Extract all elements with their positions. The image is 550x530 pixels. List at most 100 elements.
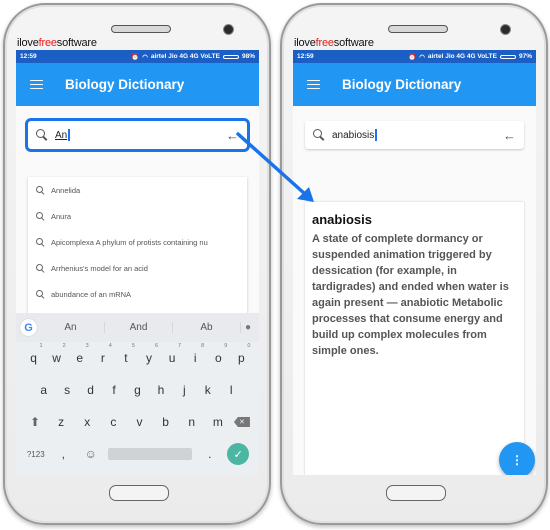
status-time: 12:59 bbox=[297, 53, 314, 60]
word-suggestion[interactable]: And bbox=[105, 322, 173, 333]
key-z[interactable]: z bbox=[51, 415, 71, 429]
search-icon bbox=[36, 185, 45, 195]
alarm-icon: ⏰ bbox=[131, 53, 140, 61]
search-value: An bbox=[55, 129, 68, 141]
home-button[interactable] bbox=[109, 485, 169, 501]
watermark: ilovefreesoftware bbox=[294, 37, 374, 49]
search-value: anabiosis bbox=[332, 129, 375, 141]
keyboard-row-1: 1q2w3e4r5t6y7u8i9o0p bbox=[16, 342, 259, 374]
status-bar: 12:59 ⏰ ◠ airtel Jio 4G 4G VoLTE 97% bbox=[293, 50, 536, 63]
watermark: ilovefreesoftware bbox=[17, 37, 97, 49]
home-button[interactable] bbox=[386, 485, 446, 501]
key-c[interactable]: c bbox=[103, 415, 123, 429]
wifi-icon: ◠ bbox=[419, 53, 425, 61]
definition-text: A state of complete dormancy or suspende… bbox=[312, 233, 509, 357]
key-a[interactable]: a bbox=[34, 383, 54, 397]
suggestion-list: Annelida Anura Apicomplexa A phylum of p… bbox=[28, 177, 247, 333]
text-caret bbox=[375, 129, 377, 141]
suggestion-item[interactable]: Apicomplexa A phylum of protists contain… bbox=[28, 229, 247, 255]
key-u[interactable]: 7u bbox=[162, 343, 182, 365]
key-w[interactable]: 2w bbox=[47, 343, 67, 365]
back-arrow-icon[interactable]: ← bbox=[226, 129, 239, 142]
key-n[interactable]: n bbox=[182, 415, 202, 429]
back-arrow-icon[interactable]: ← bbox=[503, 129, 516, 142]
app-title: Biology Dictionary bbox=[342, 77, 462, 92]
key-d[interactable]: d bbox=[81, 383, 101, 397]
key-v[interactable]: v bbox=[129, 415, 149, 429]
alarm-icon: ⏰ bbox=[408, 53, 417, 61]
status-bar: 12:59 ⏰ ◠ airtel Jio 4G 4G VoLTE 98% bbox=[16, 50, 259, 63]
key-m[interactable]: m bbox=[208, 415, 228, 429]
backspace-key[interactable]: ✕ bbox=[233, 417, 250, 427]
word-suggestion[interactable]: Ab bbox=[173, 322, 241, 333]
definition-card: anabiosis A state of complete dormancy o… bbox=[305, 202, 524, 475]
google-logo-icon[interactable]: G bbox=[20, 319, 37, 336]
app-bar: Biology Dictionary bbox=[16, 63, 259, 106]
key-f[interactable]: f bbox=[104, 383, 124, 397]
hamburger-menu-icon[interactable] bbox=[307, 79, 320, 90]
suggestion-item[interactable]: abundance of an mRNA bbox=[28, 281, 247, 307]
search-input[interactable]: anabiosis ← bbox=[305, 121, 524, 149]
key-h[interactable]: h bbox=[151, 383, 171, 397]
key-x[interactable]: x bbox=[77, 415, 97, 429]
key-t[interactable]: 5t bbox=[116, 343, 136, 365]
key-j[interactable]: j bbox=[174, 383, 194, 397]
app-bar: Biology Dictionary bbox=[293, 63, 536, 106]
search-input[interactable]: An ← bbox=[25, 118, 250, 152]
search-icon bbox=[36, 263, 45, 273]
microphone-icon[interactable]: ● bbox=[241, 322, 255, 333]
key-o[interactable]: 9o bbox=[208, 343, 228, 365]
key-q[interactable]: 1q bbox=[24, 343, 44, 365]
suggestion-item[interactable]: Arrhenius's model for an acid bbox=[28, 255, 247, 281]
key-l[interactable]: l bbox=[221, 383, 241, 397]
definition-word: anabiosis bbox=[312, 212, 372, 227]
battery-icon bbox=[222, 54, 239, 59]
status-time: 12:59 bbox=[20, 53, 37, 60]
more-options-fab[interactable]: ⋮ bbox=[499, 442, 535, 475]
shift-key[interactable]: ⬆ bbox=[25, 415, 45, 429]
front-camera bbox=[500, 24, 511, 35]
carrier-info: airtel Jio 4G 4G VoLTE bbox=[427, 53, 497, 60]
wifi-icon: ◠ bbox=[142, 53, 148, 61]
key-k[interactable]: k bbox=[198, 383, 218, 397]
suggestion-item[interactable]: Anura bbox=[28, 203, 247, 229]
speaker-grille bbox=[388, 25, 448, 33]
emoji-key[interactable]: ☺ bbox=[81, 447, 101, 461]
on-screen-keyboard: G An And Ab ● 1q2w3e4r5t6y7u8i9o0p asdfg… bbox=[16, 313, 259, 475]
app-title: Biology Dictionary bbox=[65, 77, 185, 92]
key-s[interactable]: s bbox=[57, 383, 77, 397]
period-key[interactable]: . bbox=[200, 447, 220, 461]
left-phone-frame: ilovefreesoftware 12:59 ⏰ ◠ airtel Jio 4… bbox=[3, 3, 271, 525]
keyboard-row-2: asdfghjkl bbox=[16, 374, 259, 406]
battery-level: 97% bbox=[518, 53, 532, 60]
speaker-grille bbox=[111, 25, 171, 33]
word-suggestion[interactable]: An bbox=[37, 322, 105, 333]
battery-icon bbox=[499, 54, 516, 59]
symbols-key[interactable]: ?123 bbox=[26, 450, 46, 459]
space-key[interactable] bbox=[108, 448, 193, 460]
search-icon bbox=[36, 129, 48, 141]
hamburger-menu-icon[interactable] bbox=[30, 79, 43, 90]
key-b[interactable]: b bbox=[156, 415, 176, 429]
keyboard-row-3: ⬆ zxcvbnm ✕ bbox=[16, 406, 259, 438]
battery-level: 98% bbox=[241, 53, 255, 60]
left-screen: 12:59 ⏰ ◠ airtel Jio 4G 4G VoLTE 98% Bio… bbox=[16, 50, 259, 475]
key-g[interactable]: g bbox=[127, 383, 147, 397]
carrier-info: airtel Jio 4G 4G VoLTE bbox=[150, 53, 220, 60]
suggestion-item[interactable]: Annelida bbox=[28, 177, 247, 203]
comma-key[interactable]: , bbox=[53, 447, 73, 461]
key-r[interactable]: 4r bbox=[93, 343, 113, 365]
right-phone-frame: ilovefreesoftware 12:59 ⏰ ◠ airtel Jio 4… bbox=[280, 3, 548, 525]
keyboard-suggestion-strip: G An And Ab ● bbox=[16, 313, 259, 342]
search-icon bbox=[36, 237, 45, 247]
text-caret bbox=[68, 129, 70, 141]
key-e[interactable]: 3e bbox=[70, 343, 90, 365]
key-y[interactable]: 6y bbox=[139, 343, 159, 365]
key-i[interactable]: 8i bbox=[185, 343, 205, 365]
right-screen: 12:59 ⏰ ◠ airtel Jio 4G 4G VoLTE 97% Bio… bbox=[293, 50, 536, 475]
search-icon bbox=[313, 129, 325, 141]
keyboard-row-4: ?123 , ☺ . ✓ bbox=[16, 438, 259, 470]
key-p[interactable]: 0p bbox=[231, 343, 251, 365]
enter-key[interactable]: ✓ bbox=[227, 443, 250, 465]
search-icon bbox=[36, 211, 45, 221]
